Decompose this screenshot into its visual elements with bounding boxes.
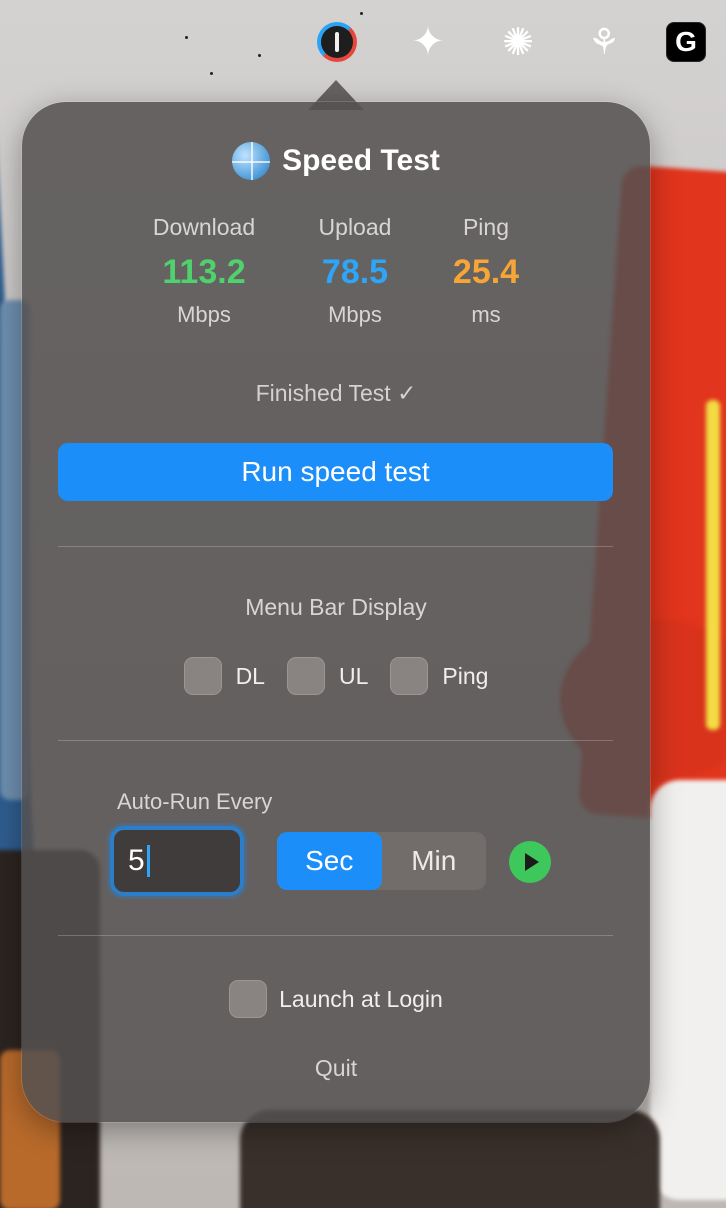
play-icon [525, 853, 539, 871]
segment-min[interactable]: Min [382, 832, 487, 890]
segment-sec[interactable]: Sec [277, 832, 382, 890]
launch-at-login-row[interactable]: Launch at Login [22, 980, 650, 1018]
checkbox-ping[interactable]: Ping [390, 657, 488, 695]
checkbox-ul[interactable]: UL [286, 657, 369, 695]
text-caret [146, 845, 150, 877]
metric-value: 113.2 [162, 253, 246, 291]
title-row: Speed Test [22, 142, 650, 180]
speedometer-icon[interactable] [313, 18, 361, 66]
wallpaper-speck [210, 72, 213, 75]
metric-value: 25.4 [452, 253, 520, 291]
tree-icon[interactable]: ⚘ [580, 18, 628, 66]
launch-at-login-checkbox[interactable] [229, 980, 268, 1018]
checkbox-dl[interactable]: DL [183, 657, 265, 695]
checkbox-box[interactable] [286, 657, 325, 695]
speedometer-needle [335, 32, 339, 52]
interval-value: 5 [128, 844, 145, 877]
metric-label: Ping [462, 214, 510, 240]
logitech-g-icon[interactable]: G [662, 18, 710, 66]
menu-bar-display-title: Menu Bar Display [245, 594, 427, 620]
checkbox-label: Ping [442, 662, 489, 689]
checkbox-box[interactable] [390, 657, 429, 695]
checkbox-label: UL [338, 662, 369, 689]
auto-run-title: Auto-Run Every [117, 789, 273, 814]
menu-bar-display-options: DL UL Ping [22, 657, 650, 695]
logitech-g-box: G [666, 22, 706, 62]
popover-title: Speed Test [282, 144, 440, 177]
wallpaper-speck [185, 36, 188, 39]
checkbox-box[interactable] [183, 657, 222, 695]
interval-unit-segmented-control: Sec Min [277, 832, 486, 890]
metric-download: Download 113.2 Mbps [124, 214, 284, 328]
status-text: Finished Test ✓ [255, 380, 417, 406]
sparkle-icon[interactable]: ✦ [404, 18, 452, 66]
globe-icon [232, 142, 271, 180]
run-speed-test-button[interactable]: Run speed test [58, 443, 613, 501]
metric-ping: Ping 25.4 ms [406, 214, 566, 328]
wallpaper-shape [240, 1110, 660, 1208]
speedometer-ring [317, 22, 357, 62]
start-auto-run-button[interactable] [509, 841, 551, 883]
launch-at-login-label: Launch at Login [279, 985, 443, 1012]
speed-test-popover: Speed Test Download 113.2 Mbps Upload 78… [22, 102, 650, 1122]
divider [58, 935, 613, 936]
metric-unit: Mbps [177, 302, 231, 327]
divider [58, 546, 613, 547]
metric-unit: ms [471, 302, 501, 327]
wallpaper-speck [360, 12, 363, 15]
wallpaper-shape [650, 780, 726, 1200]
checkbox-label: DL [235, 662, 265, 689]
wallpaper-shape [706, 400, 720, 730]
wallpaper-speck [258, 54, 261, 57]
divider [58, 740, 613, 741]
metric-label: Download [152, 214, 256, 240]
quit-button[interactable]: Quit [22, 1055, 650, 1082]
starburst-icon[interactable]: ✺ [494, 18, 542, 66]
auto-run-interval-input[interactable]: 5 [110, 826, 244, 896]
